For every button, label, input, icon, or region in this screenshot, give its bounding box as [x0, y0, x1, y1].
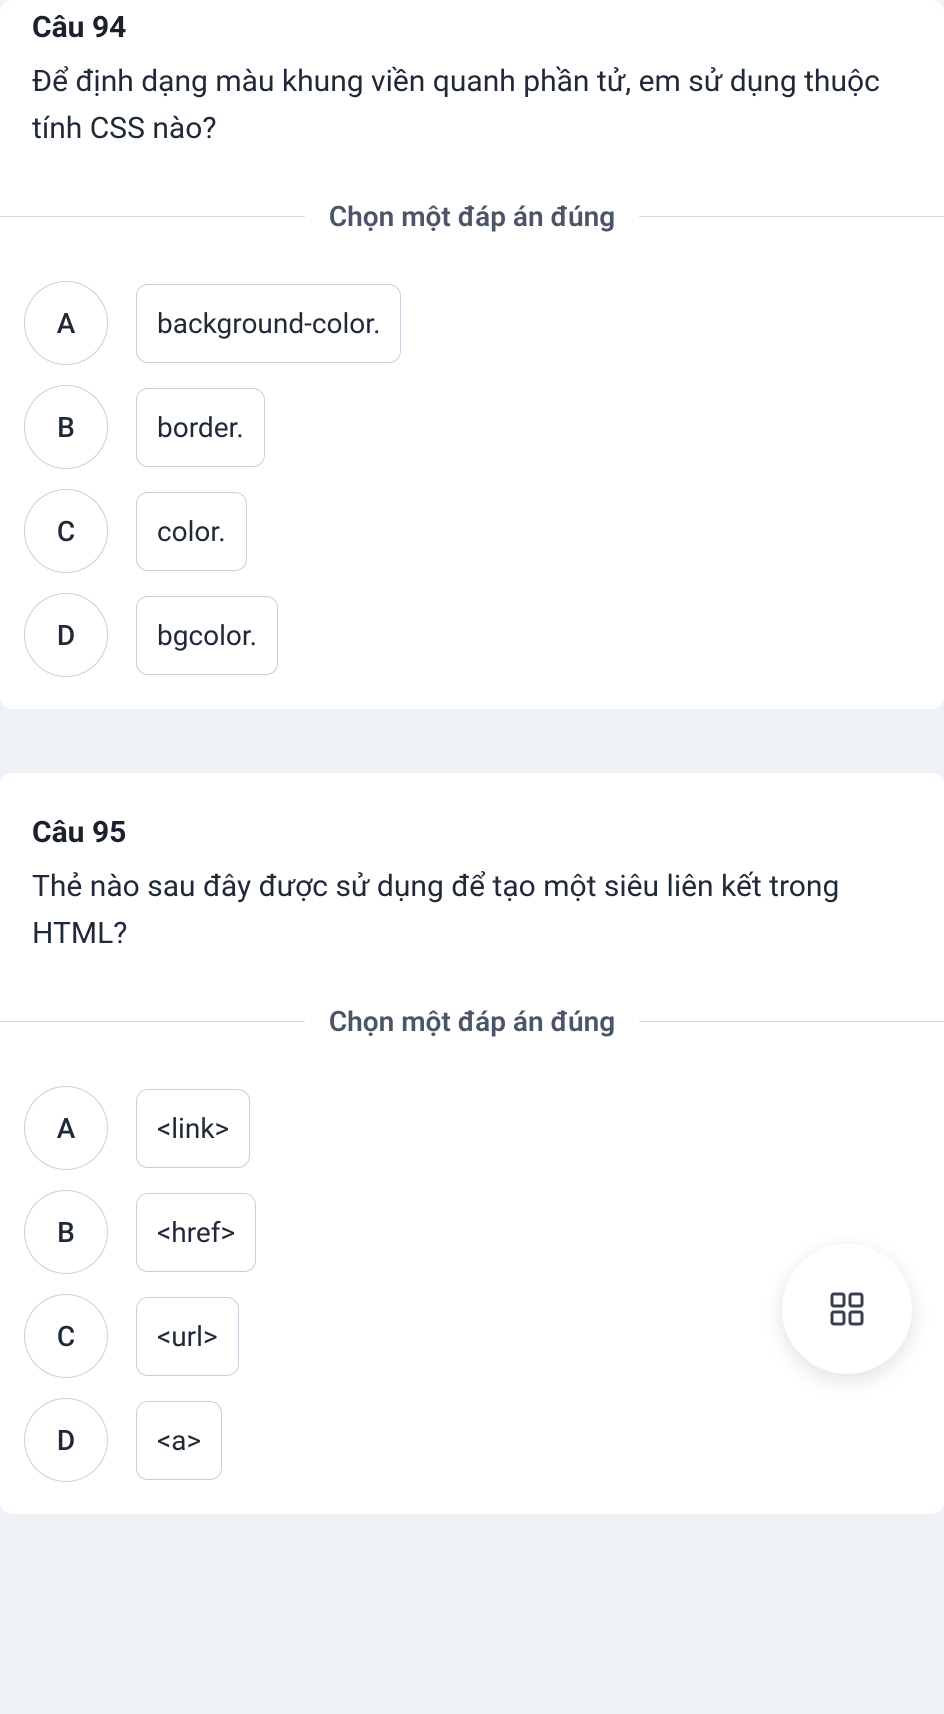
- option-a[interactable]: A background-color.: [24, 281, 920, 365]
- divider-label: Chọn một đáp án đúng: [305, 1005, 639, 1038]
- grid-menu-button[interactable]: [782, 1244, 912, 1374]
- divider-label: Chọn một đáp án đúng: [305, 200, 639, 233]
- option-d[interactable]: D <a>: [24, 1398, 920, 1482]
- divider: Chọn một đáp án đúng: [0, 200, 944, 233]
- option-text[interactable]: <href>: [136, 1193, 256, 1272]
- divider-line: [639, 216, 944, 217]
- question-header: Câu 95 Thẻ nào sau đây được sử dụng để t…: [0, 773, 944, 981]
- divider-line: [639, 1021, 944, 1022]
- option-text[interactable]: color.: [136, 492, 247, 571]
- option-letter[interactable]: C: [24, 489, 108, 573]
- option-letter[interactable]: B: [24, 1190, 108, 1274]
- option-letter[interactable]: D: [24, 593, 108, 677]
- question-header: Câu 94 Để định dạng màu khung viền quanh…: [0, 0, 944, 176]
- question-card: Câu 95 Thẻ nào sau đây được sử dụng để t…: [0, 773, 944, 1514]
- option-b[interactable]: B <href>: [24, 1190, 920, 1274]
- option-c[interactable]: C color.: [24, 489, 920, 573]
- option-letter[interactable]: B: [24, 385, 108, 469]
- divider-line: [0, 216, 305, 217]
- question-text: Để định dạng màu khung viền quanh phần t…: [32, 59, 912, 152]
- divider-line: [0, 1021, 305, 1022]
- option-text[interactable]: background-color.: [136, 284, 401, 363]
- option-d[interactable]: D bgcolor.: [24, 593, 920, 677]
- option-letter[interactable]: C: [24, 1294, 108, 1378]
- question-text: Thẻ nào sau đây được sử dụng để tạo một …: [32, 864, 912, 957]
- option-text[interactable]: <url>: [136, 1297, 239, 1376]
- divider: Chọn một đáp án đúng: [0, 1005, 944, 1038]
- option-a[interactable]: A <link>: [24, 1086, 920, 1170]
- option-text[interactable]: <a>: [136, 1401, 222, 1480]
- option-letter[interactable]: A: [24, 281, 108, 365]
- grid-icon: [827, 1289, 867, 1329]
- option-letter[interactable]: D: [24, 1398, 108, 1482]
- option-letter[interactable]: A: [24, 1086, 108, 1170]
- options-list: A background-color. B border. C color. D…: [0, 281, 944, 709]
- option-b[interactable]: B border.: [24, 385, 920, 469]
- option-text[interactable]: border.: [136, 388, 265, 467]
- question-number: Câu 94: [32, 10, 912, 45]
- question-card: Câu 94 Để định dạng màu khung viền quanh…: [0, 0, 944, 709]
- option-text[interactable]: <link>: [136, 1089, 250, 1168]
- option-text[interactable]: bgcolor.: [136, 596, 278, 675]
- question-number: Câu 95: [32, 815, 912, 850]
